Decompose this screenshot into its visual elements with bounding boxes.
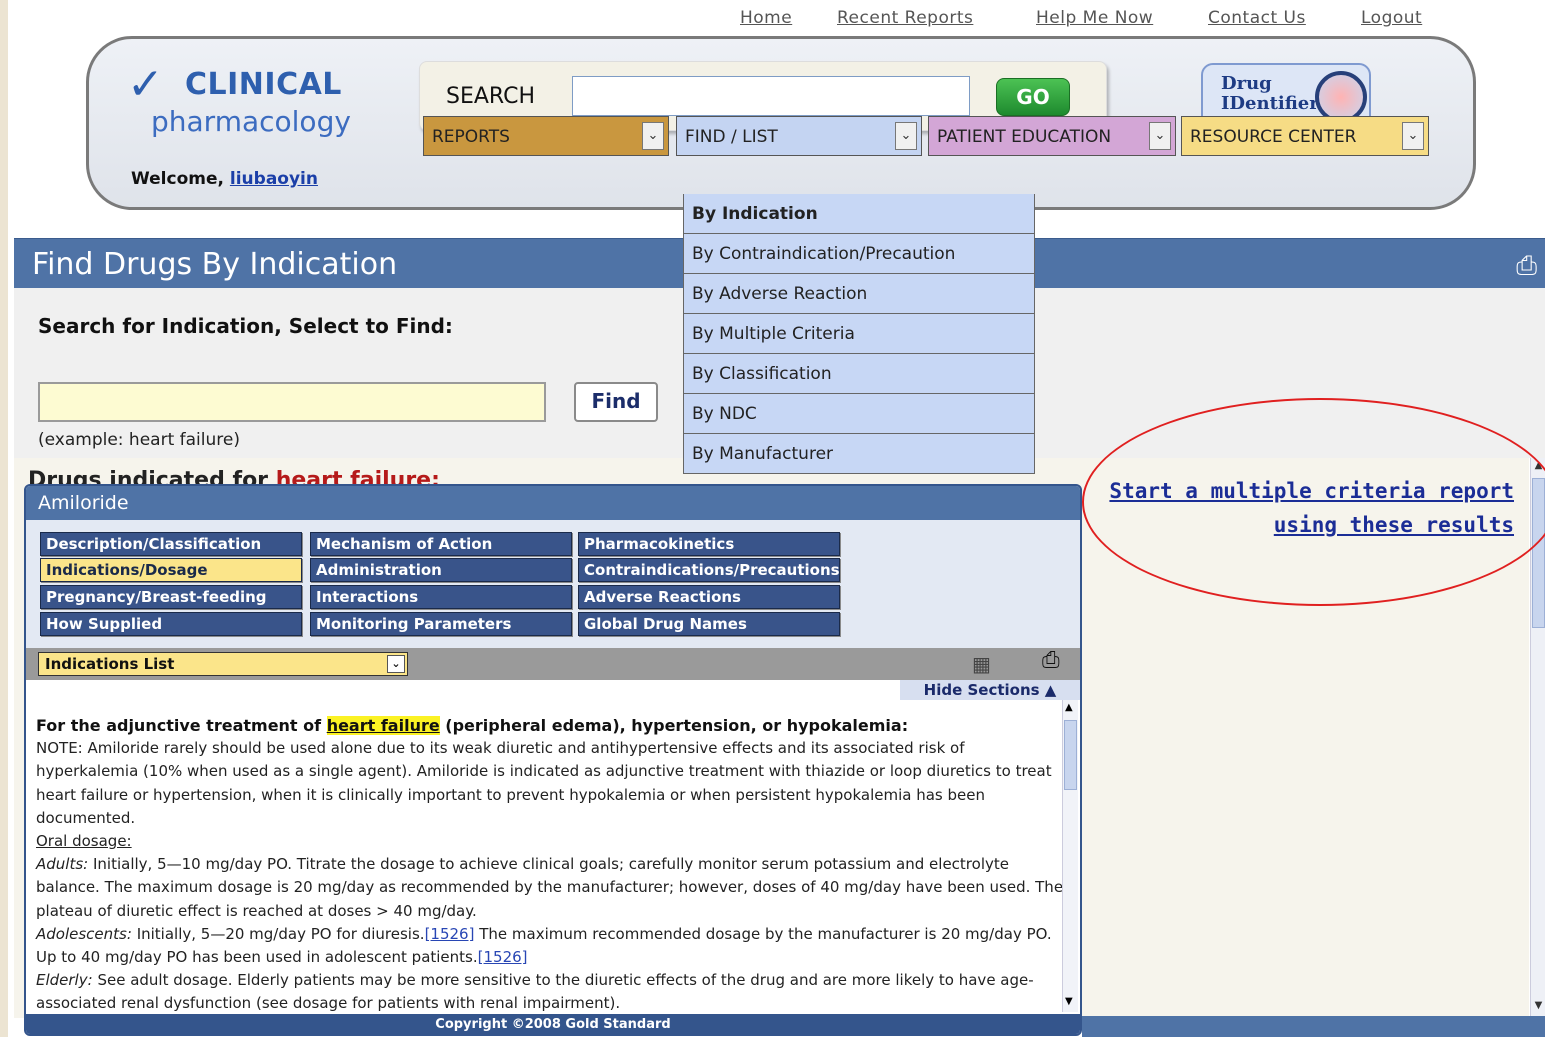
elderly-text: See adult dosage. Elderly patients may b… [36, 971, 1034, 1013]
welcome-text: Welcome, liubaoyin [131, 169, 318, 189]
calculator-icon[interactable]: ▦ [972, 652, 991, 676]
tab-pharmacokinetics[interactable]: Pharmacokinetics [578, 532, 840, 556]
chevron-down-icon: ⌄ [895, 122, 917, 150]
indication-search-label: Search for Indication, Select to Find: [38, 314, 453, 338]
tab-monitoring-parameters[interactable]: Monitoring Parameters [310, 612, 572, 636]
content-scrollbar[interactable]: ▲ ▼ [1062, 700, 1078, 1012]
page: Home Recent Reports Help Me Now Contact … [8, 0, 1545, 1037]
menu-item-by-ndc[interactable]: By NDC [683, 394, 1035, 434]
drugid-line1: Drug [1221, 73, 1272, 94]
hide-sections-label: Hide Sections [923, 681, 1040, 699]
nav-find-list[interactable]: FIND / LIST ⌄ [676, 116, 922, 156]
reference-link[interactable]: [1526] [425, 925, 475, 943]
go-button[interactable]: GO [996, 78, 1070, 116]
tab-pregnancy-breast-feeding[interactable]: Pregnancy/Breast-feeding [40, 585, 302, 609]
section-select[interactable]: Indications List ⌄ [38, 652, 408, 676]
adults-text: Initially, 5—10 mg/day PO. Titrate the d… [36, 855, 1064, 920]
tab-global-drug-names[interactable]: Global Drug Names [578, 612, 840, 636]
page-title: Find Drugs By Indication [32, 247, 398, 282]
scroll-down-icon[interactable]: ▼ [1065, 996, 1073, 1007]
section-toolbar: Indications List ⌄ ▦ ⎙ [26, 648, 1080, 680]
tab-how-supplied[interactable]: How Supplied [40, 612, 302, 636]
print-icon[interactable]: ⎙ [1042, 648, 1060, 673]
triangle-up-icon: ▲ [1044, 681, 1057, 699]
help-me-now-link[interactable]: Help Me Now [1036, 8, 1153, 28]
adults-label: Adults: [36, 855, 89, 874]
elderly-dosage: Elderly: See adult dosage. Elderly patie… [36, 969, 1066, 1015]
home-link[interactable]: Home [740, 8, 792, 28]
hide-sections-button[interactable]: Hide Sections ▲ [900, 680, 1080, 700]
chevron-down-icon: ⌄ [1402, 122, 1424, 150]
section-select-value: Indications List [45, 655, 175, 673]
tab-administration[interactable]: Administration [310, 558, 572, 582]
adolescents-text-1: Initially, 5—20 mg/day PO for diuresis. [136, 924, 425, 943]
indication-heading: For the adjunctive treatment of heart fa… [36, 714, 1066, 737]
find-list-dropdown: By Indication By Contraindication/Precau… [683, 194, 1035, 474]
tab-description-classification[interactable]: Description/Classification [40, 532, 302, 556]
example-text: (example: heart failure) [38, 430, 240, 450]
scroll-up-icon[interactable]: ▲ [1065, 702, 1073, 713]
annotation-circle [1082, 398, 1545, 606]
chevron-down-icon: ⌄ [642, 122, 664, 150]
elderly-label: Elderly: [36, 971, 93, 990]
nav-resource-center-label: RESOURCE CENTER [1190, 127, 1357, 147]
print-icon[interactable]: ⎙ [1516, 251, 1537, 282]
recent-reports-link[interactable]: Recent Reports [837, 8, 973, 28]
welcome-label: Welcome, [131, 169, 224, 189]
menu-item-by-indication[interactable]: By Indication [683, 194, 1035, 234]
heading-prefix: For the adjunctive treatment of [36, 716, 322, 735]
tab-mechanism-of-action[interactable]: Mechanism of Action [310, 532, 572, 556]
nav-patient-education-label: PATIENT EDUCATION [937, 127, 1112, 147]
adolescents-label: Adolescents: [36, 924, 132, 943]
clinical-pharmacology-logo[interactable]: ✓ CLINICAL pharmacology [127, 59, 351, 141]
global-search-input[interactable] [572, 76, 970, 116]
menu-item-by-contraindication[interactable]: By Contraindication/Precaution [683, 234, 1035, 274]
bottom-strip [1082, 1016, 1545, 1037]
drug-panel: Amiloride Description/Classification Mec… [24, 484, 1082, 1036]
logo-line2: pharmacology [151, 105, 351, 138]
checkmark-icon: ✓ [127, 59, 164, 110]
drug-name: Amiloride [26, 486, 1080, 520]
contact-us-link[interactable]: Contact Us [1208, 8, 1306, 28]
logo-line1: CLINICAL [185, 67, 342, 102]
scrollbar-thumb[interactable] [1064, 720, 1077, 790]
adolescents-dosage: Adolescents: Initially, 5—20 mg/day PO f… [36, 923, 1066, 969]
indication-search-input[interactable] [38, 382, 546, 422]
tab-interactions[interactable]: Interactions [310, 585, 572, 609]
nav-reports-label: REPORTS [432, 127, 510, 147]
chevron-down-icon: ⌄ [387, 655, 405, 673]
drug-section-tabs: Description/Classification Mechanism of … [26, 520, 1080, 648]
menu-item-by-multiple-criteria[interactable]: By Multiple Criteria [683, 314, 1035, 354]
logout-link[interactable]: Logout [1361, 8, 1422, 28]
tab-adverse-reactions[interactable]: Adverse Reactions [578, 585, 840, 609]
menu-item-by-classification[interactable]: By Classification [683, 354, 1035, 394]
find-button[interactable]: Find [574, 382, 658, 422]
menu-item-by-manufacturer[interactable]: By Manufacturer [683, 434, 1035, 474]
indications-content: For the adjunctive treatment of heart fa… [36, 714, 1066, 1012]
menu-item-by-adverse-reaction[interactable]: By Adverse Reaction [683, 274, 1035, 314]
top-links: Home Recent Reports Help Me Now Contact … [8, 8, 1545, 32]
tab-contraindications-precautions[interactable]: Contraindications/Precautions [578, 558, 840, 582]
copyright-footer: Copyright ©2008 Gold Standard [26, 1014, 1080, 1034]
nav-resource-center[interactable]: RESOURCE CENTER ⌄ [1181, 116, 1429, 156]
scroll-down-icon[interactable]: ▼ [1532, 1000, 1545, 1014]
oral-dosage-label: Oral dosage: [36, 832, 132, 851]
username-link[interactable]: liubaoyin [230, 169, 318, 189]
nav-patient-education[interactable]: PATIENT EDUCATION ⌄ [928, 116, 1176, 156]
nav-reports[interactable]: REPORTS ⌄ [423, 116, 669, 156]
chevron-down-icon: ⌄ [1149, 122, 1171, 150]
heading-suffix: (peripheral edema), hypertension, or hyp… [445, 716, 909, 735]
drugid-line2: IDentifier [1221, 93, 1319, 114]
search-label: SEARCH [446, 84, 536, 109]
tab-indications-dosage[interactable]: Indications/Dosage [40, 558, 302, 582]
highlighted-keyword: heart failure [326, 716, 440, 735]
note-text: NOTE: Amiloride rarely should be used al… [36, 739, 1052, 827]
nav-find-list-label: FIND / LIST [685, 127, 778, 147]
reference-link[interactable]: [1526] [478, 948, 528, 966]
adults-dosage: Adults: Initially, 5—10 mg/day PO. Titra… [36, 853, 1066, 923]
